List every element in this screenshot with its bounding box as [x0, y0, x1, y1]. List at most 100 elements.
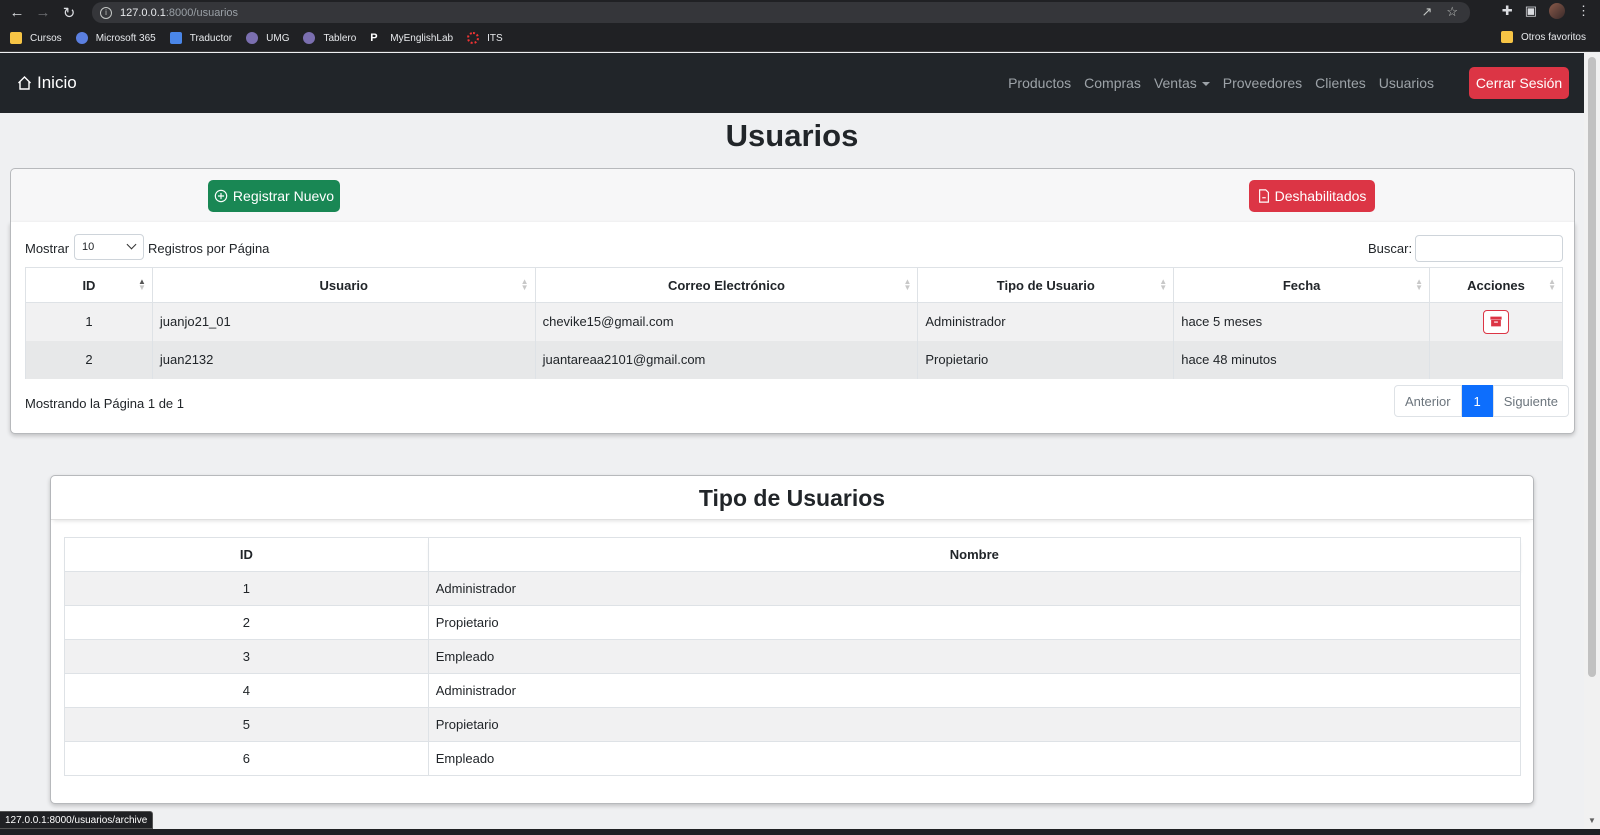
bookmark-tablero[interactable]: Tablero: [303, 32, 356, 44]
table-row: 1 Administrador: [64, 571, 1522, 606]
bookmark-star-icon[interactable]: ☆: [1446, 4, 1458, 20]
register-new-label: Registrar Nuevo: [232, 188, 335, 204]
bookmark-myenglishlab[interactable]: P MyEnglishLab: [370, 32, 453, 44]
table-row: 2 Propietario: [64, 605, 1522, 640]
bookmark-its[interactable]: ITS: [467, 32, 503, 44]
cell-id: 6: [64, 741, 429, 776]
cell-fecha: hace 5 meses: [1173, 302, 1431, 341]
share-icon[interactable]: ↗: [1421, 4, 1432, 20]
bookmark-label: Traductor: [189, 32, 233, 44]
table-row: 1 juanjo21_01 chevike15@gmail.com Admini…: [25, 302, 1563, 341]
cell-correo: juantareaa2101@gmail.com: [534, 340, 919, 379]
scroll-thumb[interactable]: [1588, 57, 1596, 677]
profile-avatar[interactable]: [1549, 3, 1565, 19]
register-new-button[interactable]: Registrar Nuevo: [208, 180, 340, 212]
bookmark-umg[interactable]: UMG: [246, 32, 289, 44]
page-size-value: 10: [82, 241, 95, 253]
cell-id: 4: [64, 673, 429, 708]
browser-toolbar: ← → ↻ i 127.0.0.1:8000/usuarios ↗ ☆ ✚ ▣ …: [0, 0, 1600, 25]
table-row: 6 Empleado: [64, 741, 1522, 776]
tablero-icon: [303, 32, 316, 44]
col-usuario-header[interactable]: Usuario ▲ ▼: [151, 267, 536, 303]
users-card-body: Mostrar 10 Registros por Página Buscar: …: [10, 222, 1575, 434]
nav-ventas-dropdown[interactable]: Ventas: [1154, 75, 1210, 91]
cell-id: 1: [25, 302, 153, 341]
col-label: Tipo de Usuario: [996, 277, 1095, 293]
col-tipo-header[interactable]: Tipo de Usuario ▲ ▼: [917, 267, 1175, 303]
col-fecha-header[interactable]: Fecha ▲ ▼: [1173, 267, 1431, 303]
col-id-header[interactable]: ID ▲ ▼: [25, 267, 153, 303]
search-input[interactable]: [1415, 235, 1563, 262]
sort-icon: ▲ ▼: [903, 277, 912, 292]
archive-icon: [1490, 316, 1502, 327]
show-label: Mostrar: [25, 241, 70, 256]
col-label: Acciones: [1467, 277, 1525, 293]
col-id-header: ID: [64, 537, 429, 572]
col-acciones-header[interactable]: Acciones ▲ ▼: [1429, 267, 1563, 303]
bookmark-label: Tablero: [323, 32, 357, 44]
prev-page-button[interactable]: Anterior: [1394, 385, 1462, 417]
bookmarks-bar: Cursos Microsoft 365 Traductor UMG Table…: [0, 25, 1600, 52]
table-row: 3 Empleado: [64, 639, 1522, 674]
users-table: ID ▲ ▼ Usuario ▲ ▼ Correo Electrónico ▲ ▼ Tipo…: [25, 267, 1563, 379]
sort-icon: ▲ ▼: [1548, 277, 1556, 292]
microsoft365-icon: [75, 32, 88, 44]
brand-home-link[interactable]: Inicio: [16, 73, 77, 93]
back-icon[interactable]: ←: [4, 4, 30, 21]
bookmark-label: UMG: [266, 32, 290, 44]
folder-icon: [10, 32, 22, 44]
translate-icon: [169, 32, 182, 44]
next-page-button[interactable]: Siguiente: [1492, 385, 1569, 417]
menu-dots-icon[interactable]: ⋮: [1577, 3, 1590, 19]
sort-icon: ▲ ▼: [1415, 277, 1424, 292]
nav-proveedores[interactable]: Proveedores: [1223, 75, 1302, 91]
cell-id: 2: [64, 605, 429, 640]
nav-productos[interactable]: Productos: [1008, 75, 1071, 91]
page-scrollbar[interactable]: ▼: [1584, 53, 1600, 829]
nav-clientes[interactable]: Clientes: [1315, 75, 1366, 91]
cell-nombre: Propietario: [427, 605, 1522, 640]
status-bar-url: 127.0.0.1:8000/usuarios/archive: [0, 811, 154, 829]
bookmark-microsoft365[interactable]: Microsoft 365: [75, 32, 156, 44]
col-label: Usuario: [319, 277, 368, 293]
col-nombre-header: Nombre: [427, 537, 1522, 572]
bookmark-label: MyEnglishLab: [390, 32, 454, 44]
users-card-header: Registrar Nuevo Deshabilitados: [10, 168, 1575, 223]
taskbar-edge: [0, 829, 1600, 835]
bookmark-cursos[interactable]: Cursos: [10, 32, 62, 44]
address-bar[interactable]: i 127.0.0.1:8000/usuarios ↗ ☆: [92, 2, 1470, 23]
cell-fecha: hace 48 minutos: [1173, 340, 1431, 379]
col-label: Correo Electrónico: [667, 277, 785, 293]
table-row: 5 Propietario: [64, 707, 1522, 742]
cell-nombre: Administrador: [427, 673, 1522, 708]
nav-usuarios[interactable]: Usuarios: [1379, 75, 1434, 91]
search-label: Buscar:: [1368, 241, 1413, 256]
other-favorites[interactable]: Otros favoritos: [1500, 31, 1586, 43]
site-info-icon[interactable]: i: [100, 6, 112, 19]
table-header-row: ID ▲ ▼ Usuario ▲ ▼ Correo Electrónico ▲ ▼ Tipo…: [25, 267, 1563, 303]
table-header-row: ID Nombre: [64, 537, 1522, 572]
reload-icon[interactable]: ↻: [56, 4, 82, 22]
folder-icon: [1500, 31, 1513, 43]
cell-tipo: Propietario: [917, 340, 1175, 379]
pagination: Anterior 1 Siguiente: [1394, 385, 1569, 417]
bookmark-traductor[interactable]: Traductor: [169, 32, 233, 44]
scroll-down-icon[interactable]: ▼: [1588, 816, 1596, 825]
cell-id: 1: [64, 571, 429, 606]
extensions-icon[interactable]: ✚: [1502, 3, 1513, 19]
nav-compras[interactable]: Compras: [1084, 75, 1141, 91]
cell-usuario: juanjo21_01: [151, 302, 536, 341]
table-row: 2 juan2132 juantareaa2101@gmail.com Prop…: [25, 340, 1563, 379]
cell-correo: chevike15@gmail.com: [534, 302, 919, 341]
page-size-select[interactable]: 10: [74, 234, 144, 260]
disabled-users-button[interactable]: Deshabilitados: [1249, 180, 1375, 212]
side-panel-icon[interactable]: ▣: [1525, 3, 1537, 19]
archive-user-button[interactable]: [1483, 309, 1509, 334]
cell-nombre: Administrador: [427, 571, 1522, 606]
sort-icon: ▲ ▼: [1159, 277, 1168, 292]
page-1-button[interactable]: 1: [1461, 385, 1493, 417]
col-correo-header[interactable]: Correo Electrónico ▲ ▼: [534, 267, 919, 303]
user-types-title: Tipo de Usuarios: [51, 476, 1533, 520]
forward-icon[interactable]: →: [30, 4, 56, 21]
logout-button[interactable]: Cerrar Sesión: [1469, 67, 1569, 99]
